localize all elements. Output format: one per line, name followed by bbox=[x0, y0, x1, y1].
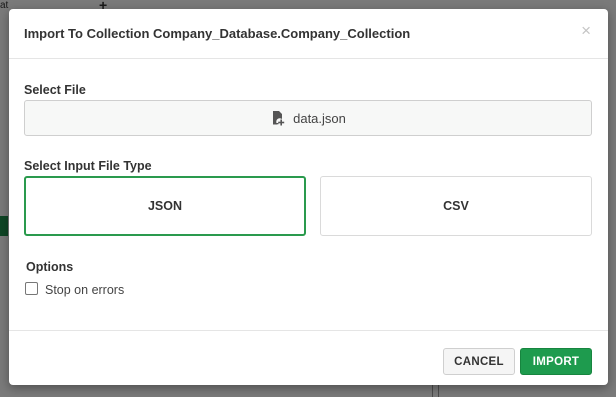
import-dialog: Import To Collection Company_Database.Co… bbox=[9, 9, 608, 385]
stop-on-errors-label[interactable]: Stop on errors bbox=[45, 283, 124, 297]
csv-type-option[interactable]: CSV bbox=[320, 176, 592, 236]
import-button[interactable]: IMPORT bbox=[520, 348, 592, 375]
cancel-button[interactable]: CANCEL bbox=[443, 348, 515, 375]
close-icon[interactable]: × bbox=[581, 22, 591, 39]
dialog-footer: CANCEL IMPORT bbox=[9, 330, 608, 385]
json-type-option[interactable]: JSON bbox=[24, 176, 306, 236]
selected-file-name: data.json bbox=[293, 110, 346, 126]
dialog-title: Import To Collection Company_Database.Co… bbox=[24, 26, 411, 41]
select-file-label: Select File bbox=[24, 83, 86, 97]
file-plus-icon bbox=[270, 110, 286, 126]
options-label: Options bbox=[26, 260, 74, 274]
dialog-header: Import To Collection Company_Database.Co… bbox=[9, 9, 608, 59]
input-type-label: Select Input File Type bbox=[24, 159, 152, 173]
select-file-button[interactable]: data.json bbox=[24, 100, 592, 136]
stop-on-errors-checkbox[interactable] bbox=[25, 282, 38, 295]
